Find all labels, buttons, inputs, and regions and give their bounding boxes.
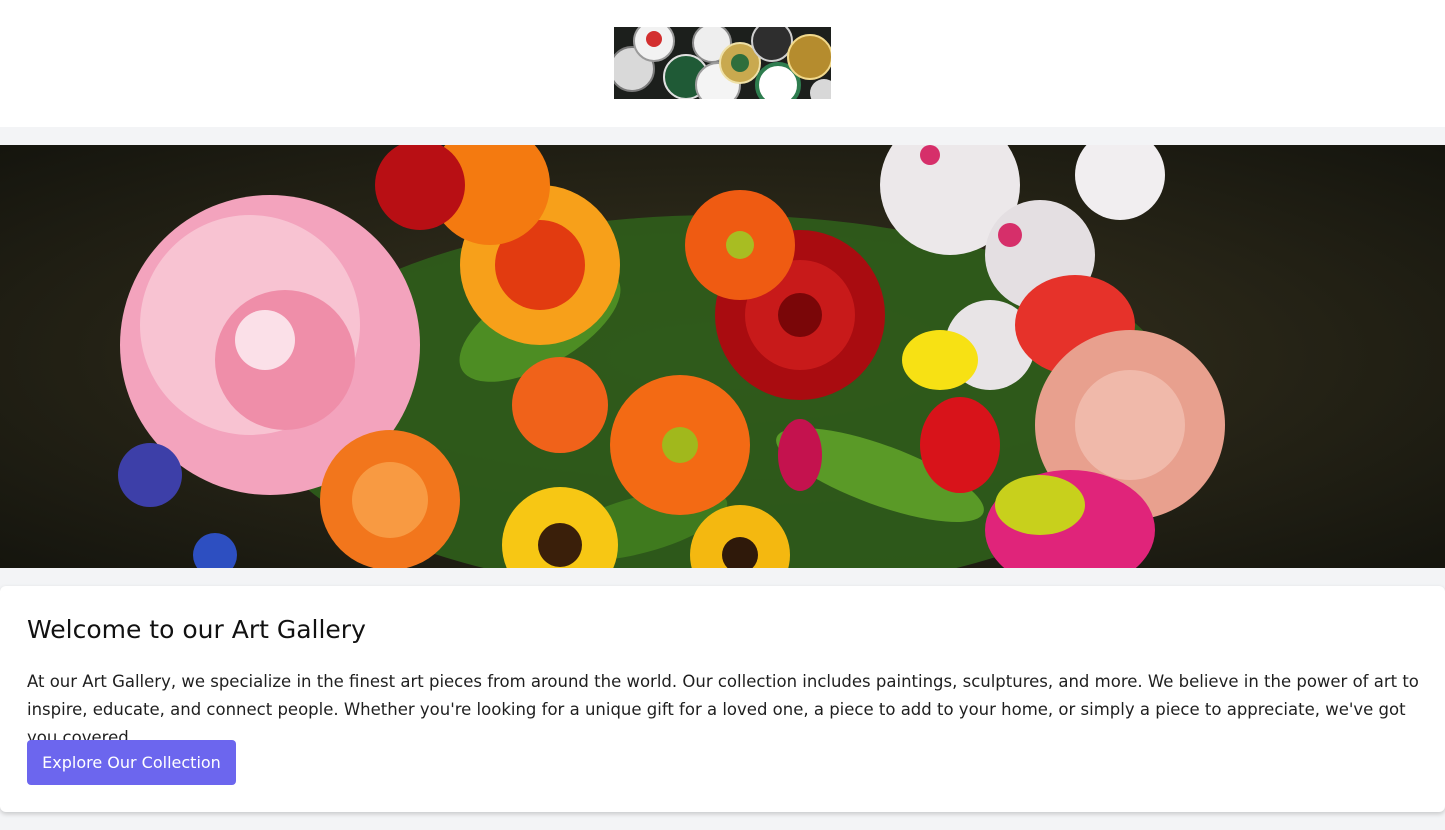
site-header (0, 0, 1445, 127)
flower-bouquet-image-icon (0, 145, 1445, 568)
explore-collection-button[interactable]: Explore Our Collection (27, 740, 236, 785)
bottle-caps-logo-icon[interactable] (614, 27, 831, 99)
page-title: Welcome to our Art Gallery (27, 615, 366, 644)
gallery-description: At our Art Gallery, we specialize in the… (27, 672, 1419, 747)
hero-banner (0, 145, 1445, 568)
